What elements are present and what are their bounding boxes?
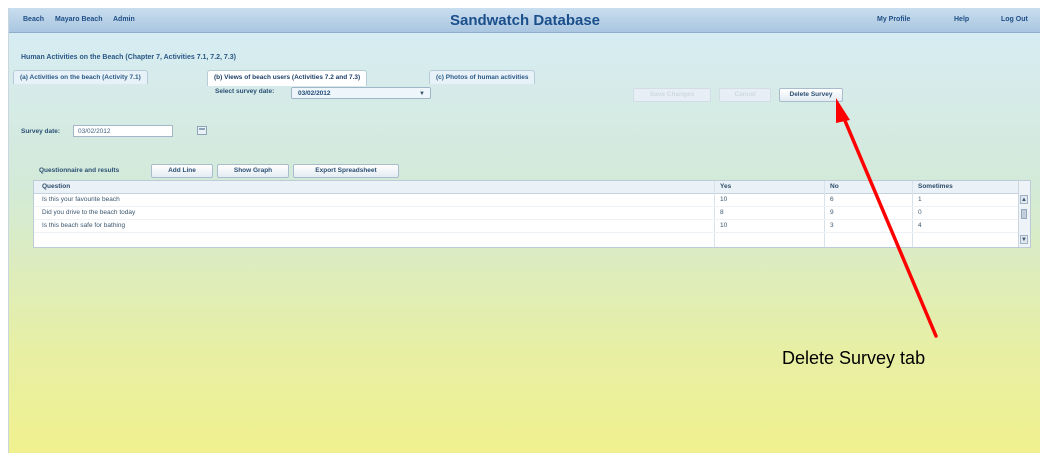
column-header-yes[interactable]: Yes: [720, 183, 731, 190]
table-row[interactable]: Is this beach safe for bathing 10 3 4: [34, 220, 1020, 233]
cell-yes: 10: [720, 222, 728, 229]
survey-date-select-value: 03/02/2012: [298, 90, 331, 97]
nav-link-log-out[interactable]: Log Out: [1001, 16, 1028, 23]
survey-date-select[interactable]: 03/02/2012 ▼: [291, 87, 431, 99]
survey-date-label: Survey date:: [21, 128, 61, 135]
export-spreadsheet-button[interactable]: Export Spreadsheet: [293, 164, 399, 178]
table-header: Question Yes No Sometimes: [34, 181, 1020, 194]
cancel-button[interactable]: Cancel: [719, 88, 771, 102]
column-header-no[interactable]: No: [830, 183, 839, 190]
save-changes-button[interactable]: Save Changes: [633, 88, 711, 102]
cell-no: 3: [830, 222, 834, 229]
cell-sometimes: 1: [918, 196, 922, 203]
chevron-down-icon: ▼: [419, 91, 425, 97]
scroll-down-icon[interactable]: ▼: [1020, 235, 1028, 244]
cell-yes: 8: [720, 209, 724, 216]
cell-sometimes: 4: [918, 222, 922, 229]
add-line-button[interactable]: Add Line: [151, 164, 213, 178]
nav-link-help[interactable]: Help: [954, 16, 969, 23]
select-survey-date-label: Select survey date:: [215, 88, 275, 95]
column-header-question[interactable]: Question: [42, 183, 70, 190]
nav-link-my-profile[interactable]: My Profile: [877, 16, 910, 23]
survey-date-field[interactable]: 03/02/2012: [73, 125, 173, 137]
scroll-up-icon[interactable]: ▲: [1020, 195, 1028, 204]
tab-photos-of-human-activities[interactable]: (c) Photos of human activities: [429, 70, 536, 84]
table-row[interactable]: Did you drive to the beach today 8 9 0: [34, 207, 1020, 220]
scrollbar-thumb[interactable]: [1021, 209, 1027, 219]
show-graph-button[interactable]: Show Graph: [217, 164, 289, 178]
cell-sometimes: 0: [918, 209, 922, 216]
cell-question: Did you drive to the beach today: [42, 209, 136, 216]
top-navigation-bar: Beach Mayaro Beach Admin Sandwatch Datab…: [9, 8, 1040, 33]
questionnaire-table: Question Yes No Sometimes Is this your f…: [33, 180, 1031, 248]
app-window: Beach Mayaro Beach Admin Sandwatch Datab…: [8, 8, 1040, 453]
table-row[interactable]: Is this your favourite beach 10 6 1: [34, 194, 1020, 207]
delete-survey-button[interactable]: Delete Survey: [779, 88, 843, 102]
cell-no: 9: [830, 209, 834, 216]
tab-views-of-beach-users[interactable]: (b) Views of beach users (Activities 7.2…: [207, 70, 368, 86]
section-heading: Human Activities on the Beach (Chapter 7…: [21, 54, 236, 61]
cell-question: Is this your favourite beach: [42, 196, 120, 203]
column-header-sometimes[interactable]: Sometimes: [918, 183, 953, 190]
tab-activities-on-beach[interactable]: (a) Activities on the beach (Activity 7.…: [13, 70, 148, 84]
cell-question: Is this beach safe for bathing: [42, 222, 126, 229]
questionnaire-label: Questionnaire and results: [39, 167, 120, 174]
table-scrollbar[interactable]: ▲ ▼: [1018, 181, 1030, 247]
annotation-label: Delete Survey tab: [782, 348, 926, 368]
cell-no: 6: [830, 196, 834, 203]
cell-yes: 10: [720, 196, 728, 203]
calendar-icon[interactable]: [197, 126, 207, 135]
